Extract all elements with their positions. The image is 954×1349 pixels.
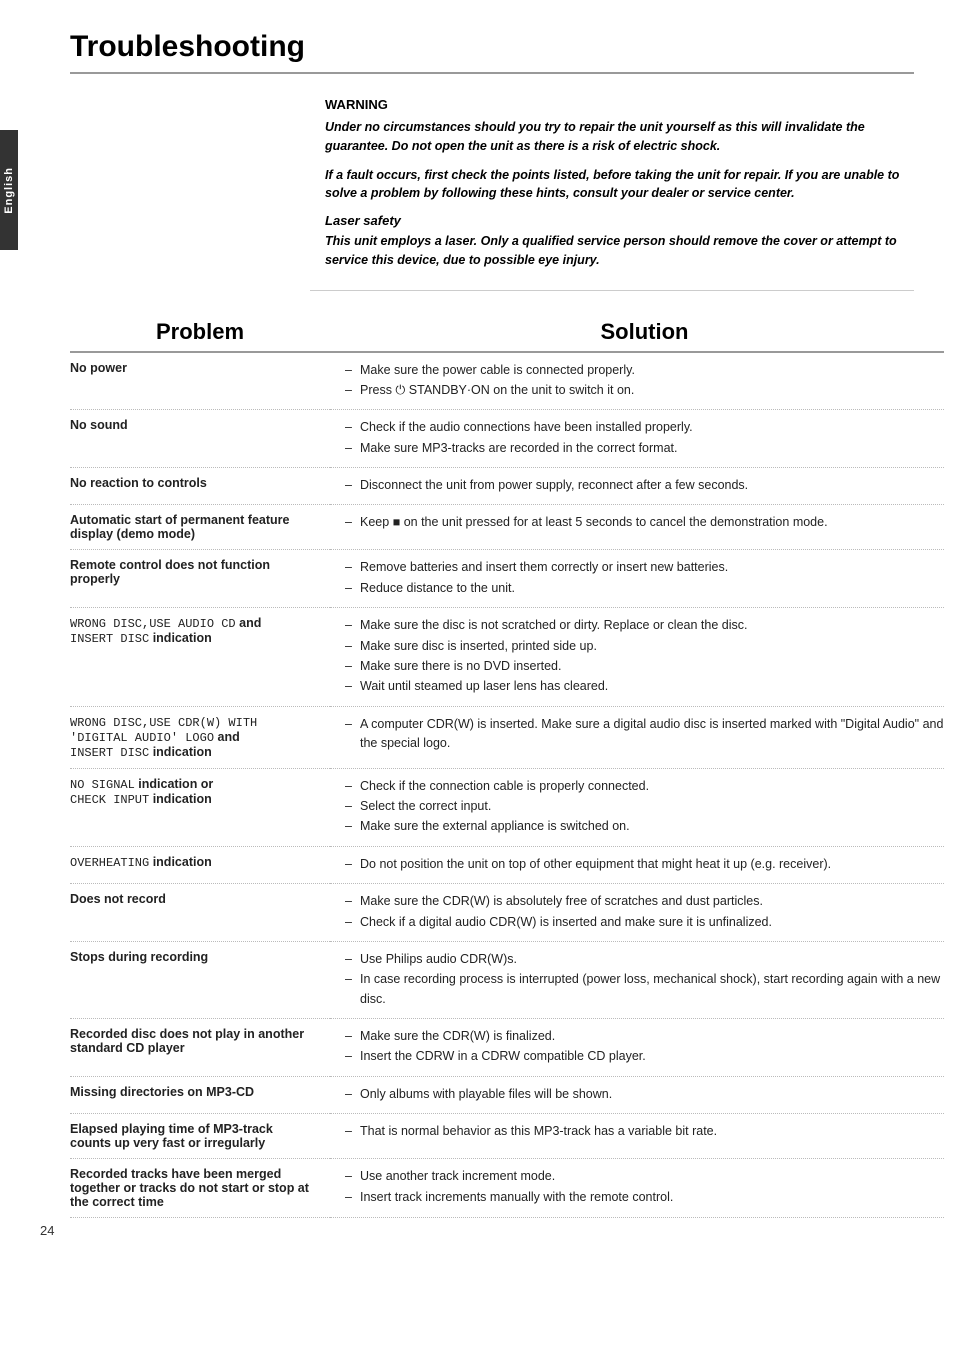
solution-item: Keep ■ on the unit pressed for at least …: [345, 513, 944, 532]
solution-cell: Remove batteries and insert them correct…: [330, 550, 944, 608]
problem-cell: Missing directories on MP3-CD: [70, 1076, 330, 1113]
solution-cell: Use Philips audio CDR(W)s.In case record…: [330, 941, 944, 1018]
warning-paragraph2: If a fault occurs, first check the point…: [325, 166, 914, 204]
solution-cell: Keep ■ on the unit pressed for at least …: [330, 505, 944, 550]
warning-section: WARNING Under no circumstances should yo…: [310, 82, 914, 291]
solution-cell: Make sure the power cable is connected p…: [330, 352, 944, 410]
header-solution: Solution: [330, 311, 944, 352]
left-spacer: [70, 82, 310, 301]
problem-cell: Elapsed playing time of MP3-track counts…: [70, 1114, 330, 1159]
table-row: Remote control does not function properl…: [70, 550, 944, 608]
solution-item: Make sure there is no DVD inserted.: [345, 657, 944, 676]
solution-cell: Make sure the CDR(W) is finalized.Insert…: [330, 1019, 944, 1077]
page-number: 24: [40, 1223, 54, 1238]
problem-cell: Recorded disc does not play in another s…: [70, 1019, 330, 1077]
table-row: NO SIGNAL indication orCHECK INPUT indic…: [70, 768, 944, 846]
solution-item: Press ⏻ STANDBY·ON on the unit to switch…: [345, 381, 944, 400]
table-row: Missing directories on MP3-CD Only albums…: [70, 1076, 944, 1113]
solution-item: Insert the CDRW in a CDRW compatible CD …: [345, 1047, 944, 1066]
solution-cell: Use another track increment mode. Insert …: [330, 1159, 944, 1218]
problem-cell: No power: [70, 352, 330, 410]
problem-cell: Does not record: [70, 884, 330, 942]
side-tab: English: [0, 130, 18, 250]
solution-item: Check if the audio connections have been…: [345, 418, 944, 437]
solution-item: Select the correct input.: [345, 797, 944, 816]
table-row: Recorded tracks have been merged togethe…: [70, 1159, 944, 1218]
solution-cell: Make sure the disc is not scratched or d…: [330, 608, 944, 707]
solution-cell: Do not position the unit on top of other…: [330, 846, 944, 883]
solution-item: Make sure the CDR(W) is absolutely free …: [345, 892, 944, 911]
solution-cell: Check if the connection cable is properl…: [330, 768, 944, 846]
table-row: WRONG DISC,USE CDR(W) WITH'DIGITAL AUDIO…: [70, 706, 944, 768]
solution-item: Insert track increments manually with th…: [345, 1188, 944, 1207]
laser-safety-title: Laser safety: [325, 213, 914, 228]
solution-item: Remove batteries and insert them correct…: [345, 558, 944, 577]
page-title: Troubleshooting: [70, 30, 914, 74]
warning-title: WARNING: [325, 97, 914, 112]
problem-cell: Recorded tracks have been merged togethe…: [70, 1159, 330, 1218]
table-header-row: Problem Solution: [70, 311, 944, 352]
table-row: Does not record Make sure the CDR(W) is a…: [70, 884, 944, 942]
solution-item: Make sure the power cable is connected p…: [345, 361, 944, 380]
solution-cell: Check if the audio connections have been…: [330, 410, 944, 468]
solution-item: Do not position the unit on top of other…: [345, 855, 944, 874]
solution-item: Check if a digital audio CDR(W) is inser…: [345, 913, 944, 932]
solution-item: Disconnect the unit from power supply, r…: [345, 476, 944, 495]
warning-paragraph1: Under no circumstances should you try to…: [325, 118, 914, 156]
problem-cell: No reaction to controls: [70, 468, 330, 505]
problem-cell: Remote control does not function properl…: [70, 550, 330, 608]
solution-item: Use Philips audio CDR(W)s.: [345, 950, 944, 969]
solution-item: A computer CDR(W) is inserted. Make sure…: [345, 715, 944, 754]
problem-cell: NO SIGNAL indication orCHECK INPUT indic…: [70, 768, 330, 846]
table-row: No reaction to controls Disconnect the un…: [70, 468, 944, 505]
solution-cell: That is normal behavior as this MP3-trac…: [330, 1114, 944, 1159]
solution-cell: Make sure the CDR(W) is absolutely free …: [330, 884, 944, 942]
solution-item: That is normal behavior as this MP3-trac…: [345, 1122, 944, 1141]
side-tab-label: English: [3, 167, 15, 214]
solution-item: Check if the connection cable is properl…: [345, 777, 944, 796]
table-row: Elapsed playing time of MP3-track counts…: [70, 1114, 944, 1159]
table-row: No power Make sure the power cable is con…: [70, 352, 944, 410]
warning-area: WARNING Under no circumstances should yo…: [70, 82, 914, 301]
solution-cell: A computer CDR(W) is inserted. Make sure…: [330, 706, 944, 768]
laser-safety-text: This unit employs a laser. Only a qualif…: [325, 232, 914, 270]
problem-cell: No sound: [70, 410, 330, 468]
table-row: OVERHEATING indication Do not position th…: [70, 846, 944, 883]
table-row: WRONG DISC,USE AUDIO CD andINSERT DISC i…: [70, 608, 944, 707]
table-row: No sound Check if the audio connections h…: [70, 410, 944, 468]
problem-cell: WRONG DISC,USE CDR(W) WITH'DIGITAL AUDIO…: [70, 706, 330, 768]
solution-item: Only albums with playable files will be …: [345, 1085, 944, 1104]
solution-item: Wait until steamed up laser lens has cle…: [345, 677, 944, 696]
solution-item: Make sure the disc is not scratched or d…: [345, 616, 944, 635]
solution-cell: Only albums with playable files will be …: [330, 1076, 944, 1113]
table-row: Recorded disc does not play in another s…: [70, 1019, 944, 1077]
table-row: Automatic start of permanent feature dis…: [70, 505, 944, 550]
solution-item: Make sure the CDR(W) is finalized.: [345, 1027, 944, 1046]
problem-cell: WRONG DISC,USE AUDIO CD andINSERT DISC i…: [70, 608, 330, 707]
solution-item: Use another track increment mode.: [345, 1167, 944, 1186]
problem-cell: Automatic start of permanent feature dis…: [70, 505, 330, 550]
solution-item: Make sure disc is inserted, printed side…: [345, 637, 944, 656]
solution-item: Make sure the external appliance is swit…: [345, 817, 944, 836]
header-problem: Problem: [70, 311, 330, 352]
solution-item: In case recording process is interrupted…: [345, 970, 944, 1009]
solution-cell: Disconnect the unit from power supply, r…: [330, 468, 944, 505]
problem-solution-table: Problem Solution No power Make sure the p…: [70, 311, 944, 1219]
solution-item: Reduce distance to the unit.: [345, 579, 944, 598]
page-container: English Troubleshooting WARNING Under no…: [0, 0, 954, 1258]
solution-item: Make sure MP3-tracks are recorded in the…: [345, 439, 944, 458]
problem-cell: OVERHEATING indication: [70, 846, 330, 883]
problem-cell: Stops during recording: [70, 941, 330, 1018]
table-row: Stops during recordingUse Philips audio …: [70, 941, 944, 1018]
